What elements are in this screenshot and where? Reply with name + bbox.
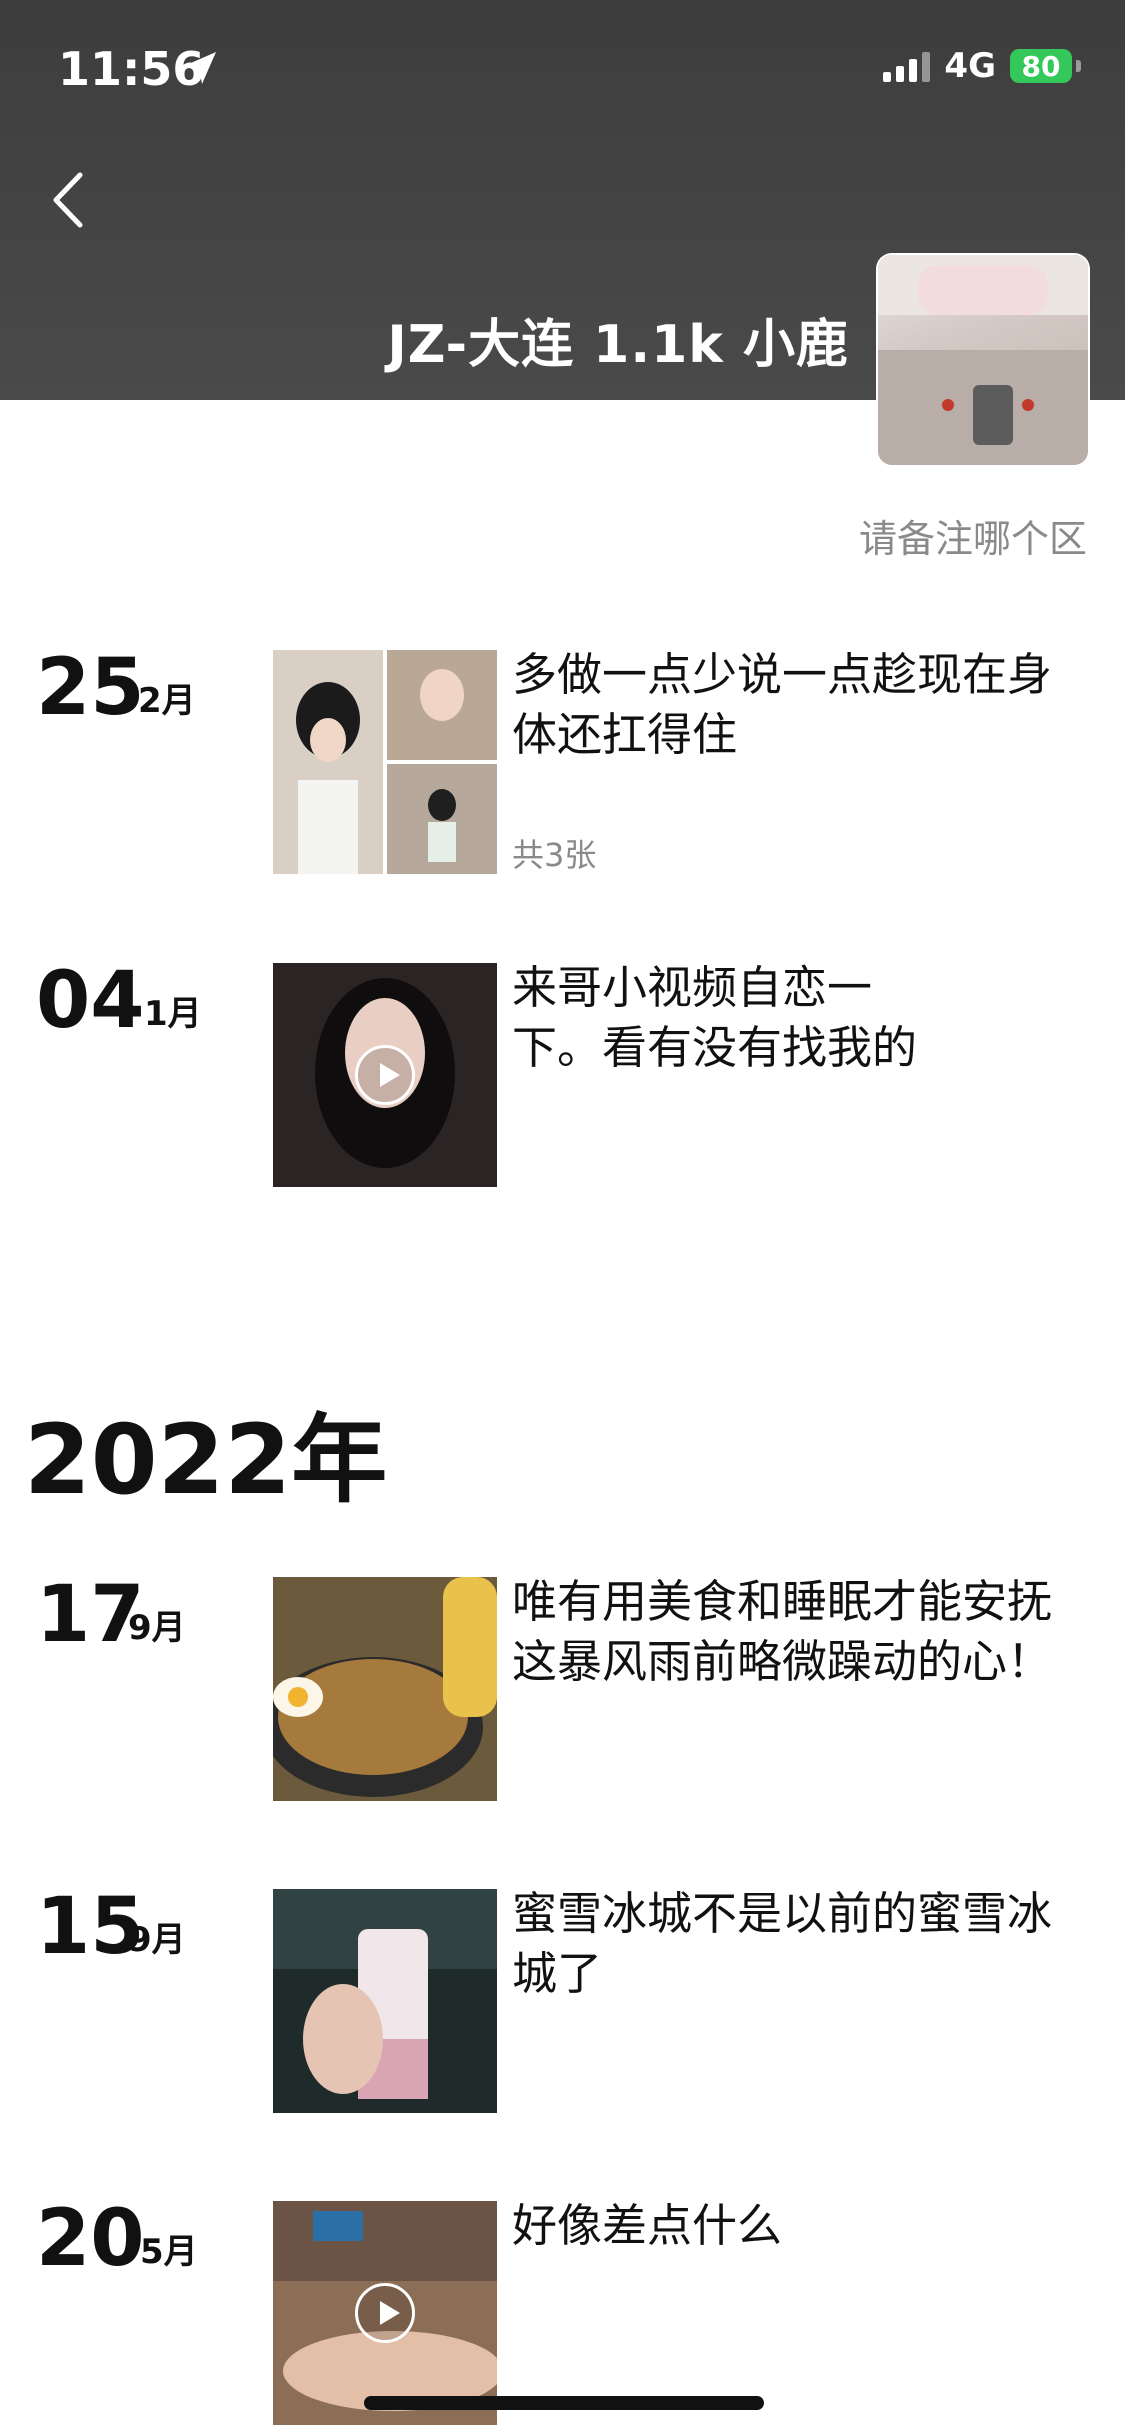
network-label: 4G	[944, 46, 996, 86]
drink-photo	[273, 1889, 497, 2113]
moment-post[interactable]: 17 9月 唯有用美食和睡眠才能安抚这暴风雨前略微躁动的心！	[0, 1572, 1125, 1802]
post-photo[interactable]	[273, 1577, 497, 1801]
post-text: 蜜雪冰城不是以前的蜜雪冰城了	[512, 1887, 1053, 2000]
photo-count: 共3张	[512, 836, 597, 874]
post-month: 9月	[128, 1920, 186, 1960]
post-day: 25	[36, 643, 145, 733]
post-month: 1月	[144, 994, 202, 1034]
avatar[interactable]	[878, 255, 1088, 465]
post-video-thumb[interactable]	[273, 963, 497, 1187]
signature-text: 请备注哪个区	[858, 517, 1087, 561]
post-month: 2月	[138, 681, 196, 721]
post-month: 5月	[140, 2232, 198, 2272]
battery-level: 80	[1021, 49, 1061, 83]
food-photo	[273, 1577, 497, 1801]
signal-icon	[883, 50, 931, 82]
profile-name: JZ-大连 1.1k 小鹿	[387, 315, 849, 375]
play-icon	[355, 1045, 415, 1105]
post-video-thumb[interactable]	[273, 2201, 497, 2425]
post-photo[interactable]	[273, 1889, 497, 2113]
battery-icon: 80	[1010, 49, 1072, 83]
location-arrow-icon	[184, 52, 216, 84]
post-month: 9月	[128, 1608, 186, 1648]
post-photo-grid[interactable]	[273, 650, 497, 874]
post-day: 04	[36, 956, 145, 1046]
home-indicator	[364, 2396, 764, 2410]
post-day: 20	[36, 2194, 145, 2284]
photo-collage	[273, 650, 497, 874]
post-text: 好像差点什么	[512, 2199, 783, 2252]
year-heading: 2022年	[24, 1404, 388, 1516]
chevron-left-icon[interactable]	[44, 165, 94, 235]
post-text: 来哥小视频自恋一下。看有没有找我的	[512, 961, 918, 1074]
post-text: 多做一点少说一点趁现在身体还扛得住	[512, 648, 1053, 761]
play-icon	[355, 2283, 415, 2343]
moment-post[interactable]: 15 9月 蜜雪冰城不是以前的蜜雪冰城了	[0, 1884, 1125, 2114]
moment-post[interactable]: 25 2月 多做一点少说一点趁现在身体还扛得住 共3张	[0, 645, 1125, 875]
moment-post[interactable]: 04 1月 来哥小视频自恋一下。看有没有找我的	[0, 958, 1125, 1188]
battery-tip	[1076, 60, 1081, 72]
avatar-image	[878, 255, 1088, 465]
post-text: 唯有用美食和睡眠才能安抚这暴风雨前略微躁动的心！	[512, 1575, 1053, 1688]
status-right: 4G 80	[883, 44, 1081, 88]
moment-post[interactable]: 20 5月 好像差点什么	[0, 2196, 1125, 2426]
